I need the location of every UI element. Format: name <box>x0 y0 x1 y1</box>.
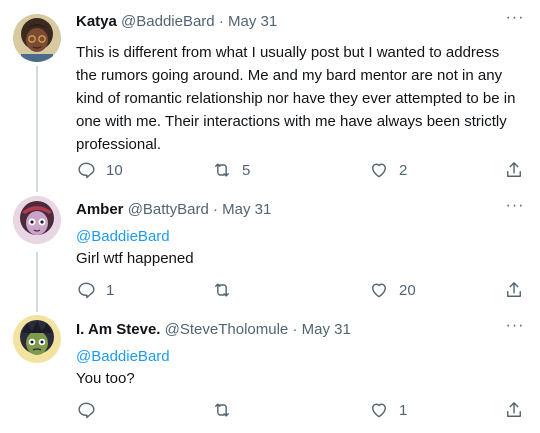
like-button[interactable]: 20 <box>369 278 416 302</box>
reply-count: 10 <box>106 161 123 179</box>
share-icon <box>507 282 521 297</box>
retweet-button[interactable] <box>212 398 242 422</box>
retweet-count: 5 <box>242 161 251 179</box>
display-name[interactable]: I. Am Steve. <box>76 321 160 338</box>
more-icon[interactable]: ··· <box>504 318 526 340</box>
like-button[interactable]: 2 <box>369 158 407 182</box>
reply-button[interactable]: 10 <box>76 158 123 182</box>
tweet-amber[interactable]: Amber @BattyBard · May 31 ··· @BaddieBar… <box>0 196 540 310</box>
tweet-date[interactable]: May 31 <box>228 13 277 30</box>
separator: · <box>292 321 298 338</box>
retweet-button[interactable] <box>212 278 242 302</box>
tweet-steve[interactable]: I. Am Steve. @SteveTholomule · May 31 ··… <box>0 315 540 430</box>
reply-icon <box>78 402 95 419</box>
tweet-text: This is different from what I usually po… <box>76 44 516 153</box>
like-count: 2 <box>399 161 408 179</box>
user-handle[interactable]: @BattyBard <box>128 201 209 218</box>
separator: · <box>212 201 218 218</box>
reply-icon <box>78 162 95 179</box>
user-handle[interactable]: @SteveTholomule <box>165 321 289 338</box>
tweet-date[interactable]: May 31 <box>302 321 351 338</box>
like-icon <box>372 163 386 178</box>
like-icon <box>372 283 386 298</box>
retweet-button[interactable]: 5 <box>212 158 250 182</box>
tweet-date[interactable]: May 31 <box>222 201 271 218</box>
share-icon <box>507 162 521 177</box>
reply-button[interactable]: 1 <box>76 278 114 302</box>
avatar[interactable] <box>13 196 61 244</box>
avatar[interactable] <box>13 14 61 62</box>
tweet-message: Girl wtf happened <box>76 250 194 267</box>
separator: · <box>218 13 224 30</box>
like-button[interactable]: 1 <box>369 398 407 422</box>
reply-button[interactable] <box>76 398 106 422</box>
display-name[interactable]: Katya <box>76 13 117 30</box>
avatar[interactable] <box>13 315 61 363</box>
tweet-message: You too? <box>76 370 135 387</box>
share-icon <box>507 402 521 417</box>
share-button[interactable] <box>504 158 524 182</box>
share-button[interactable] <box>504 278 524 302</box>
mention-link[interactable]: @BaddieBard <box>76 225 522 248</box>
display-name[interactable]: Amber <box>76 201 124 218</box>
retweet-icon <box>215 283 229 297</box>
tweet-text: @BaddieBard You too? <box>76 345 522 390</box>
retweet-icon <box>215 403 229 417</box>
like-count: 1 <box>399 401 408 419</box>
tweet-header: Katya @BaddieBard · May 31 <box>76 12 540 32</box>
user-handle[interactable]: @BaddieBard <box>121 13 215 30</box>
more-icon[interactable]: ··· <box>504 10 526 32</box>
reply-count: 1 <box>106 281 115 299</box>
more-icon[interactable]: ··· <box>504 198 526 220</box>
share-button[interactable] <box>504 398 524 422</box>
tweet-header: I. Am Steve. @SteveTholomule · May 31 <box>76 320 540 340</box>
tweet-text: @BaddieBard Girl wtf happened <box>76 225 522 270</box>
tweet-katya[interactable]: Katya @BaddieBard · May 31 ··· This is d… <box>0 10 540 182</box>
tweet-actions: 1 <box>0 398 540 422</box>
like-count: 20 <box>399 281 416 299</box>
tweet-header: Amber @BattyBard · May 31 <box>76 200 540 220</box>
tweet-actions: 1 20 <box>0 278 540 302</box>
mention-link[interactable]: @BaddieBard <box>76 345 522 368</box>
reply-icon <box>78 282 95 299</box>
tweet-actions: 10 5 2 <box>0 158 540 182</box>
like-icon <box>372 403 386 418</box>
retweet-icon <box>215 163 229 177</box>
